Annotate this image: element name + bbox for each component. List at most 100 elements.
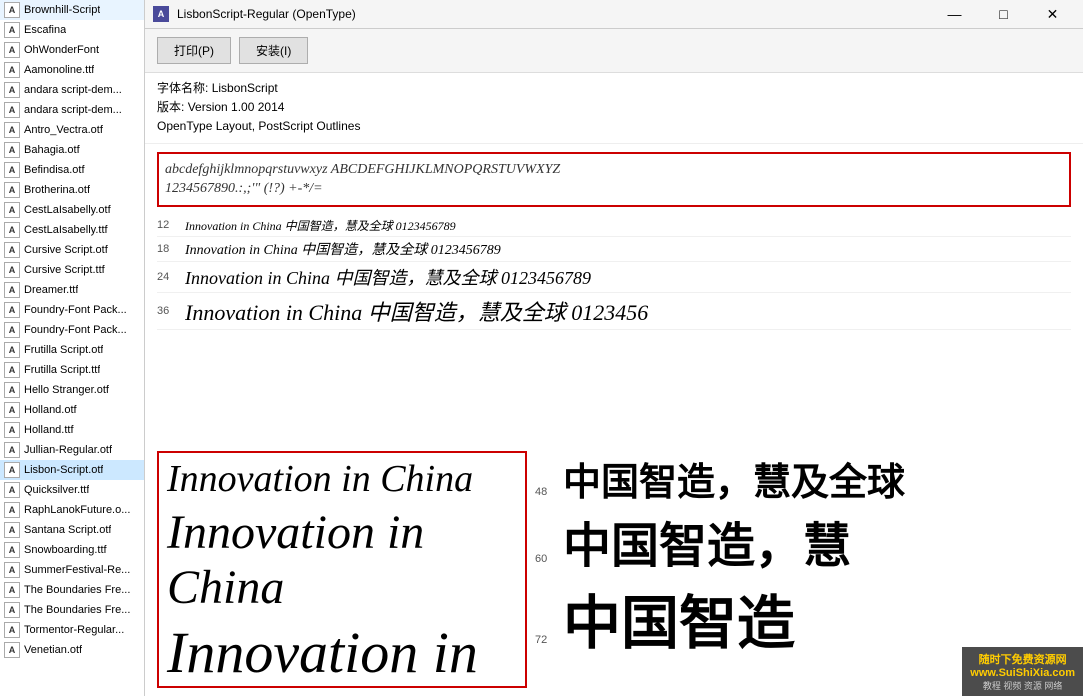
overflow-row: 60中国智造，慧 bbox=[535, 506, 1071, 576]
file-item[interactable]: A Holland.otf bbox=[0, 400, 144, 420]
file-item[interactable]: A CestLaIsabelly.ttf bbox=[0, 220, 144, 240]
file-type-icon: A bbox=[4, 542, 20, 558]
file-item[interactable]: AFrutilla Script.otf bbox=[0, 340, 144, 360]
title-bar: A LisbonScript-Regular (OpenType) — □ ✕ bbox=[145, 0, 1083, 29]
file-item[interactable]: ARaphLanokFuture.o... bbox=[0, 500, 144, 520]
font-version-label: 版本: bbox=[157, 100, 184, 114]
overflow-chinese-text: 中国智造 bbox=[563, 576, 795, 660]
file-name: Frutilla Script.otf bbox=[24, 344, 103, 356]
file-item[interactable]: AAntro_Vectra.otf bbox=[0, 120, 144, 140]
file-item[interactable]: ACursive Script.otf bbox=[0, 240, 144, 260]
file-name: Quicksilver.ttf bbox=[24, 484, 89, 496]
file-type-icon: A bbox=[4, 422, 20, 438]
size-label: 18 bbox=[157, 243, 185, 255]
overflow-chinese-text: 中国智造，慧及全球 bbox=[563, 451, 905, 506]
print-button[interactable]: 打印(P) bbox=[157, 37, 231, 64]
file-type-icon: A bbox=[4, 582, 20, 598]
file-type-icon: A bbox=[4, 122, 20, 138]
file-type-icon: A bbox=[4, 82, 20, 98]
file-item[interactable]: AEscafina bbox=[0, 20, 144, 40]
file-item[interactable]: Aandara script-dem... bbox=[0, 80, 144, 100]
file-item[interactable]: A OhWonderFont bbox=[0, 40, 144, 60]
file-list[interactable]: ABrownhill-ScriptAEscafinaAOhWonderFontA… bbox=[0, 0, 145, 696]
watermark-desc: 教程 视频 资源 网络 bbox=[970, 679, 1075, 692]
file-item[interactable]: AFrutilla Script.ttf bbox=[0, 360, 144, 380]
file-item[interactable]: AAamonoline.ttf bbox=[0, 60, 144, 80]
file-name: Dreamer.ttf bbox=[24, 284, 78, 296]
file-name: Snowboarding.ttf bbox=[24, 544, 107, 556]
file-type-icon: A bbox=[4, 442, 20, 458]
file-name: CestLaIsabelly.ttf bbox=[24, 224, 108, 236]
file-item[interactable]: ATormentor-Regular... bbox=[0, 620, 144, 640]
file-name: Venetian.otf bbox=[24, 644, 82, 656]
file-item[interactable]: AThe Boundaries Fre... bbox=[0, 600, 144, 620]
file-item[interactable]: AQuicksilver.ttf bbox=[0, 480, 144, 500]
file-item[interactable]: AFoundry-Font Pack... bbox=[0, 300, 144, 320]
file-item[interactable]: A SummerFestival-Re... bbox=[0, 560, 144, 580]
file-type-icon: A bbox=[4, 382, 20, 398]
file-item[interactable]: A Brotherina.otf bbox=[0, 180, 144, 200]
file-type-icon: A bbox=[4, 262, 20, 278]
file-name: Cursive Script.otf bbox=[24, 244, 108, 256]
file-name: Santana Script.otf bbox=[24, 524, 111, 536]
file-item[interactable]: AJullian-Regular.otf bbox=[0, 440, 144, 460]
watermark: 随时下免费资源网 www.SuiShiXia.com 教程 视频 资源 网络 bbox=[962, 647, 1083, 696]
file-item[interactable]: ABefindisa.otf bbox=[0, 160, 144, 180]
file-type-icon: A bbox=[4, 522, 20, 538]
preview-row: 12Innovation in China 中国智造，慧及全球 01234567… bbox=[157, 215, 1071, 237]
file-type-icon: A bbox=[4, 402, 20, 418]
minimize-button[interactable]: — bbox=[932, 4, 977, 24]
file-name: OhWonderFont bbox=[24, 44, 99, 56]
file-type-icon: A bbox=[4, 622, 20, 638]
file-item[interactable]: A Snowboarding.ttf bbox=[0, 540, 144, 560]
file-type-icon: A bbox=[4, 182, 20, 198]
file-name: Brotherina.otf bbox=[24, 184, 90, 196]
maximize-button[interactable]: □ bbox=[981, 4, 1026, 24]
preview-text: Innovation in China 中国智造，慧及全球 0123456 bbox=[185, 295, 648, 327]
font-type-value: OpenType Layout, PostScript Outlines bbox=[157, 119, 360, 133]
file-item[interactable]: ADreamer.ttf bbox=[0, 280, 144, 300]
file-name: Foundry-Font Pack... bbox=[24, 324, 127, 336]
large-preview-section: Innovation in ChinaInnovation in ChinaIn… bbox=[145, 451, 1083, 696]
file-type-icon: A bbox=[4, 322, 20, 338]
file-item[interactable]: ACursive Script.ttf bbox=[0, 260, 144, 280]
watermark-url: www.SuiShiXia.com bbox=[970, 667, 1075, 679]
file-type-icon: A bbox=[4, 162, 20, 178]
font-name-value: LisbonScript bbox=[212, 81, 278, 95]
file-item[interactable]: ABahagia.otf bbox=[0, 140, 144, 160]
file-item[interactable]: ACestLaIsabelly.otf bbox=[0, 200, 144, 220]
file-item[interactable]: AThe Boundaries Fre... bbox=[0, 580, 144, 600]
preview-text: Innovation in China 中国智造，慧及全球 0123456789 bbox=[185, 239, 501, 259]
preview-text: Innovation in China 中国智造，慧及全球 0123456789 bbox=[185, 264, 591, 290]
file-item[interactable]: A Santana Script.otf bbox=[0, 520, 144, 540]
font-preview-panel: A LisbonScript-Regular (OpenType) — □ ✕ … bbox=[145, 0, 1083, 696]
overflow-size-label: 72 bbox=[535, 634, 563, 646]
file-item[interactable]: ALisbon-Script.otf bbox=[0, 460, 144, 480]
file-name: The Boundaries Fre... bbox=[24, 604, 130, 616]
file-name: SummerFestival-Re... bbox=[24, 564, 130, 576]
file-item[interactable]: Aandara script-dem... bbox=[0, 100, 144, 120]
font-type-icon: A bbox=[153, 6, 169, 22]
close-button[interactable]: ✕ bbox=[1030, 4, 1075, 24]
sample-text-box: abcdefghijklmnopqrstuvwxyz ABCDEFGHIJKLM… bbox=[157, 152, 1071, 207]
large-script-text: Innovation in China bbox=[167, 505, 517, 615]
file-item[interactable]: AHolland.ttf bbox=[0, 420, 144, 440]
file-item[interactable]: AVenetian.otf bbox=[0, 640, 144, 660]
file-name: Escafina bbox=[24, 24, 66, 36]
large-preview-row: Innovation in China bbox=[167, 619, 517, 688]
file-item[interactable]: A Foundry-Font Pack... bbox=[0, 320, 144, 340]
large-script-text: Innovation in China bbox=[167, 619, 517, 688]
file-item[interactable]: AHello Stranger.otf bbox=[0, 380, 144, 400]
file-type-icon: A bbox=[4, 102, 20, 118]
file-name: Holland.otf bbox=[24, 404, 77, 416]
file-name: Lisbon-Script.otf bbox=[24, 464, 103, 476]
file-item[interactable]: ABrownhill-Script bbox=[0, 0, 144, 20]
install-button[interactable]: 安装(I) bbox=[239, 37, 308, 64]
sample-text-line1: abcdefghijklmnopqrstuvwxyz ABCDEFGHIJKLM… bbox=[165, 160, 1063, 180]
file-name: Bahagia.otf bbox=[24, 144, 80, 156]
font-name-label: 字体名称: bbox=[157, 81, 208, 95]
file-type-icon: A bbox=[4, 222, 20, 238]
file-name: CestLaIsabelly.otf bbox=[24, 204, 111, 216]
file-type-icon: A bbox=[4, 562, 20, 578]
file-type-icon: A bbox=[4, 42, 20, 58]
